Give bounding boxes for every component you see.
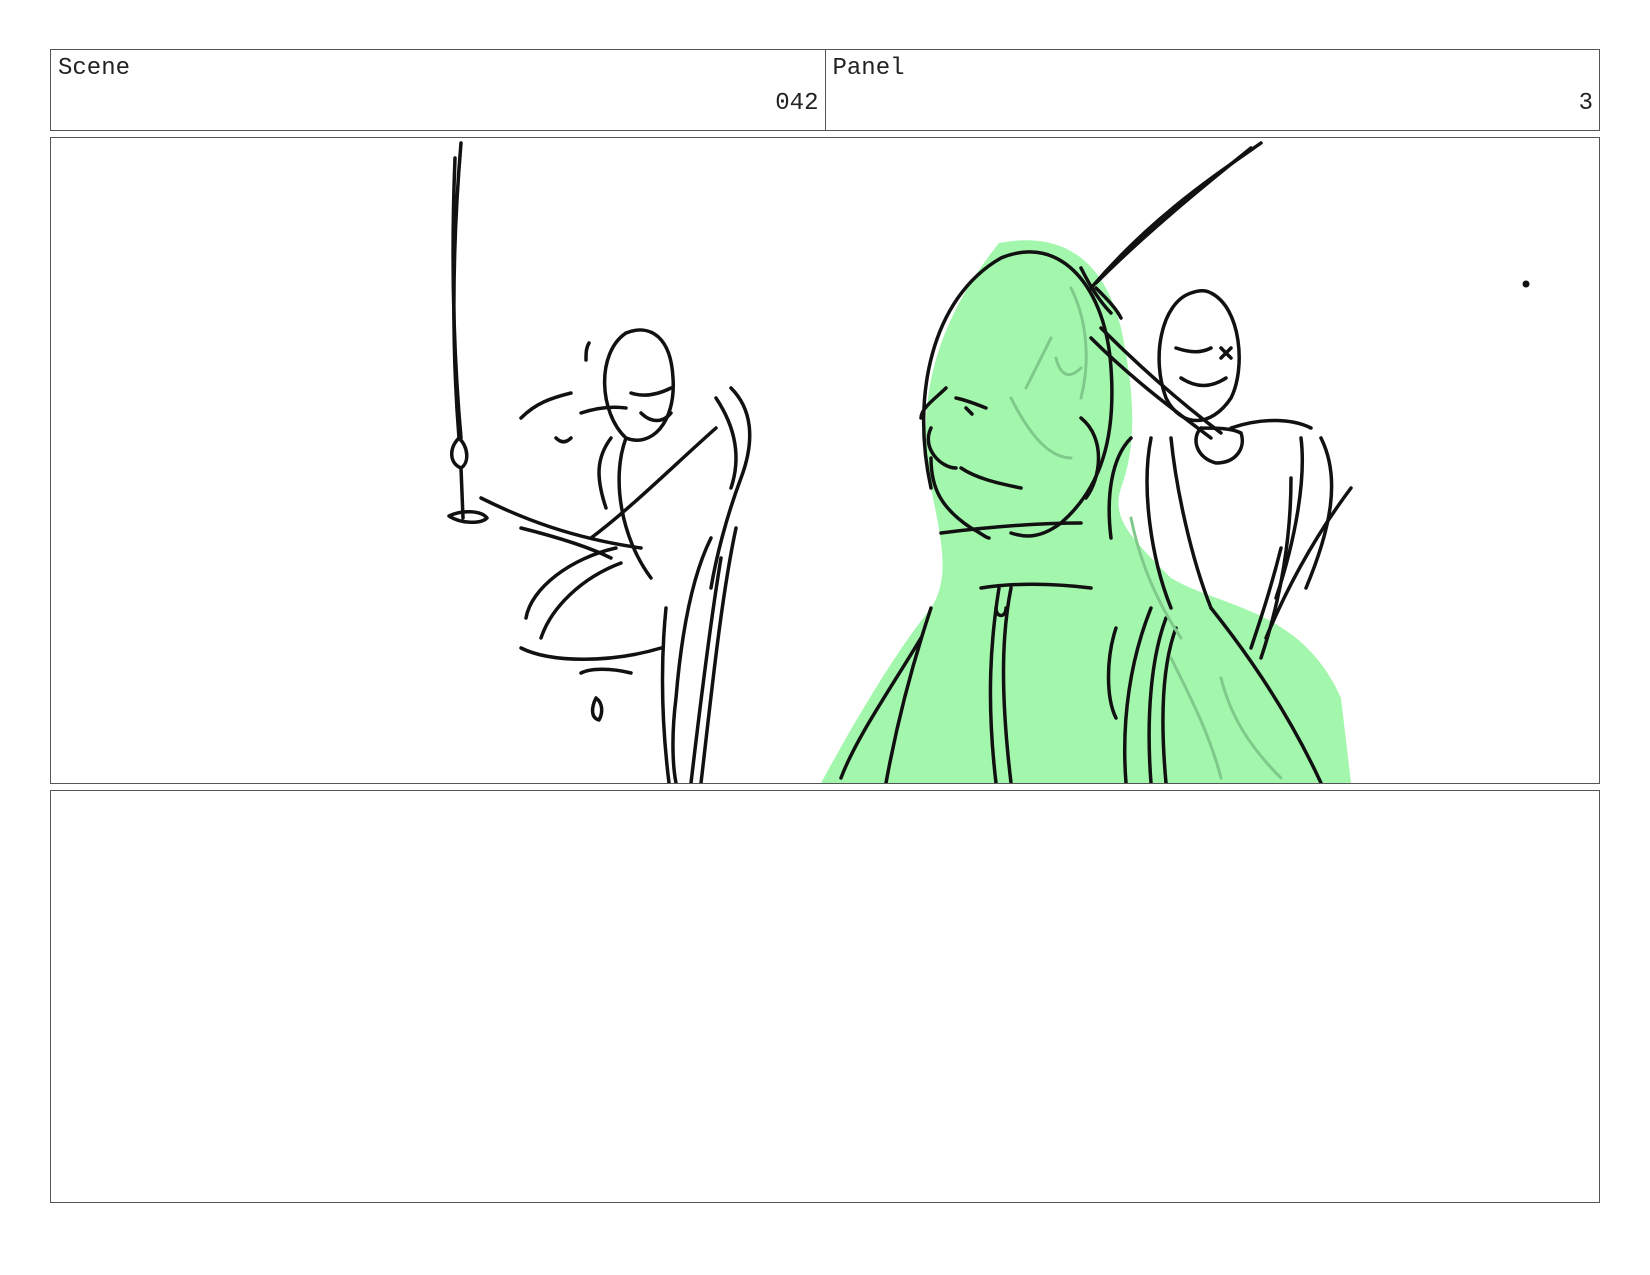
panel-label: Panel (832, 55, 905, 82)
panel-notes-box (50, 790, 1600, 1203)
storyboard-header: Scene 042 Panel 3 (50, 49, 1600, 131)
panel-number: 3 (1578, 90, 1593, 117)
left-character-lines (447, 141, 752, 783)
panel-cell: Panel 3 (824, 50, 1600, 130)
scene-cell: Scene 042 (51, 50, 825, 130)
storyboard-panel (50, 137, 1600, 784)
ink-dot (1522, 280, 1530, 288)
scene-label: Scene (58, 55, 131, 82)
scene-number: 042 (775, 90, 819, 117)
sketch-drawing (447, 141, 1530, 783)
foreground-character-fill (821, 240, 1351, 783)
